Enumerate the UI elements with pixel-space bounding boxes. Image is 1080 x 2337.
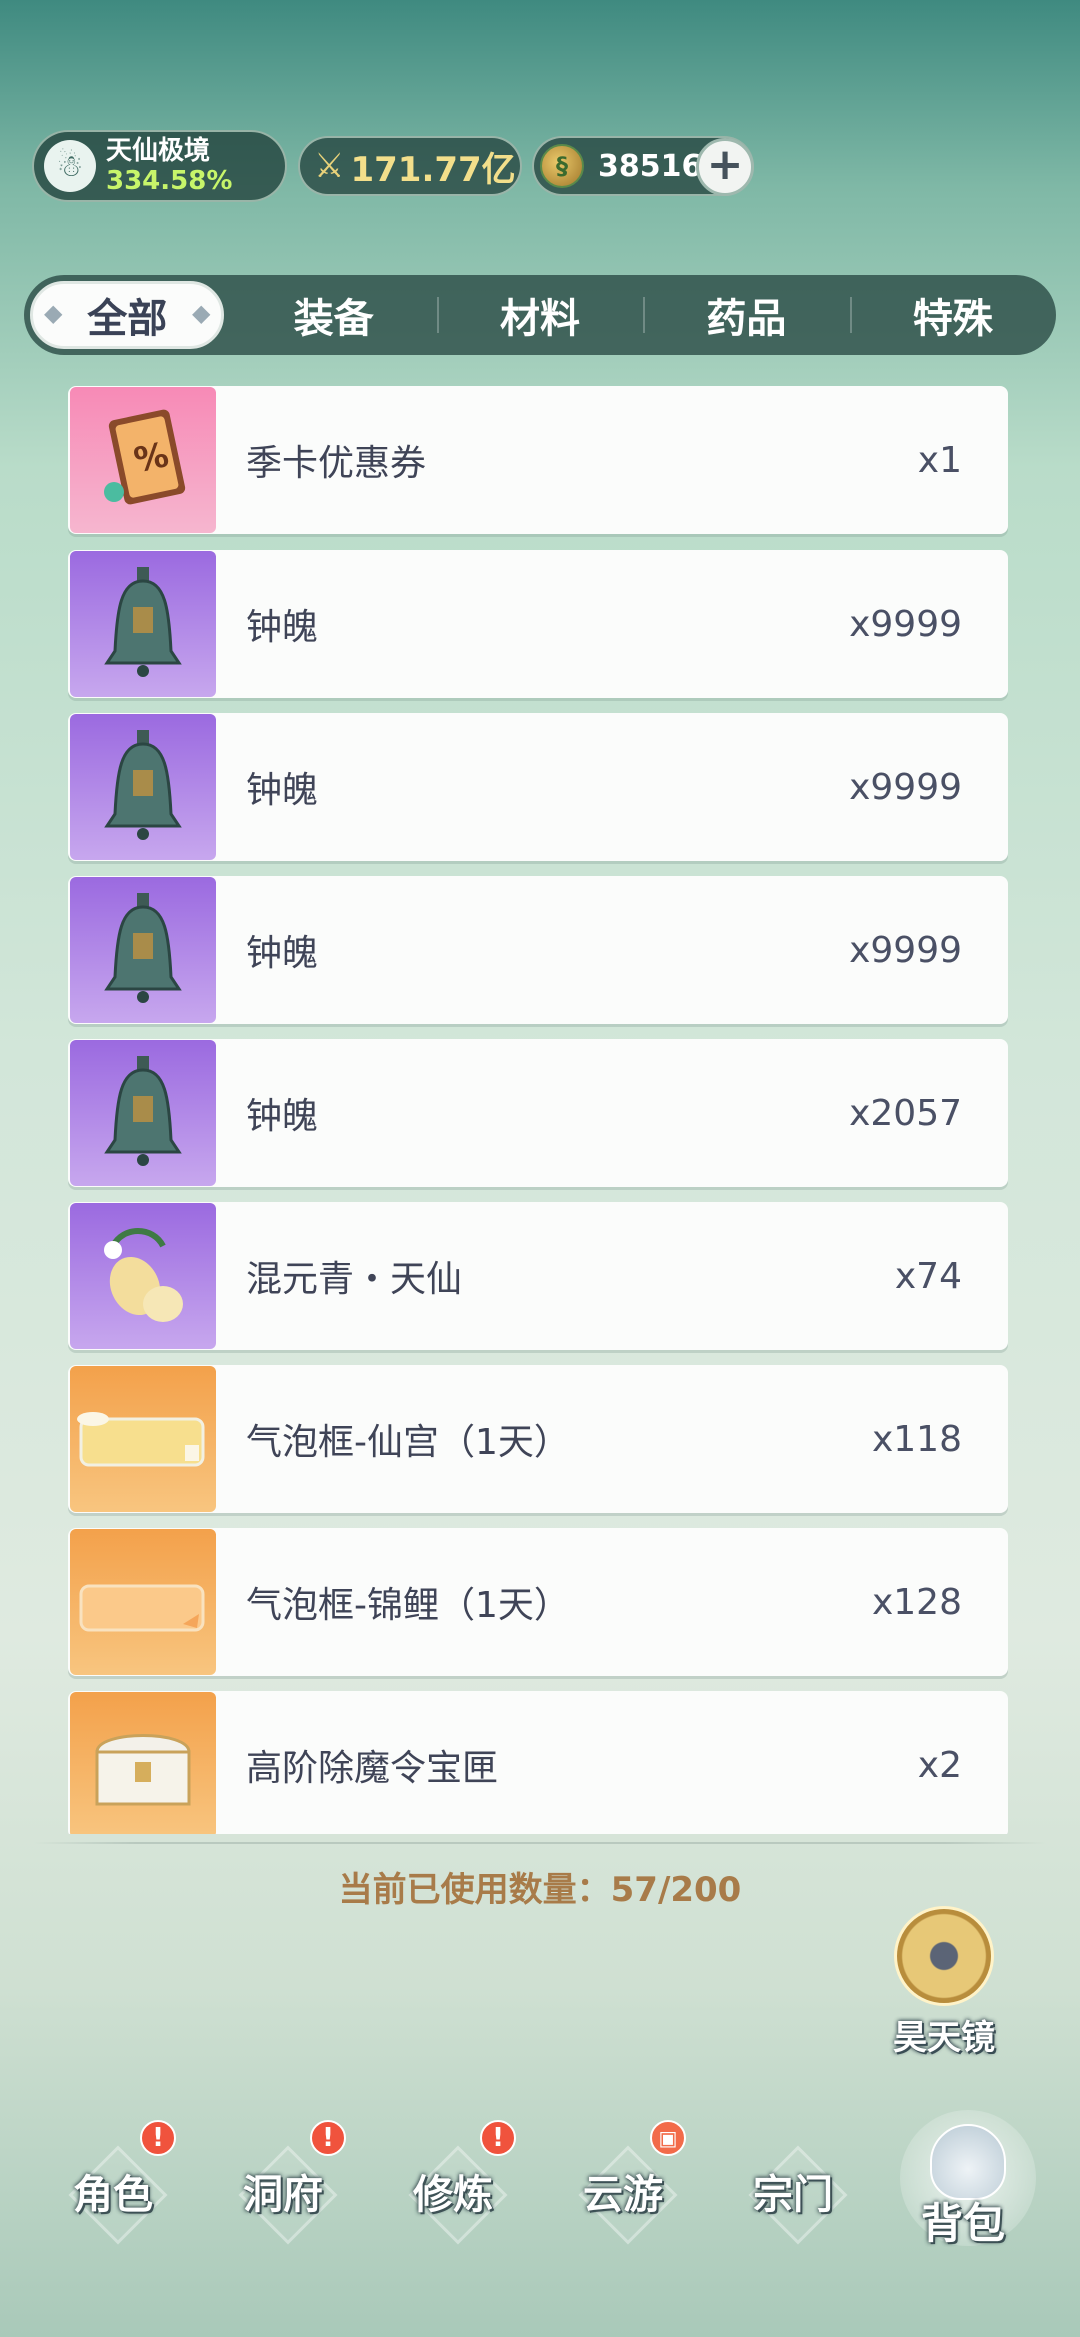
nav-item-cultivate[interactable]: 修炼 ! <box>368 2100 538 2260</box>
bell-icon <box>70 877 216 1023</box>
item-name: 钟魄 <box>246 1096 319 1137</box>
mirror-label: 昊天镜 <box>893 2018 995 2058</box>
alert-badge-icon: ! <box>480 2120 516 2156</box>
tab-all[interactable]: ◆ 全部 ◆ <box>24 275 230 355</box>
item-name: 钟魄 <box>246 933 319 974</box>
item-name: 季卡优惠券 <box>246 443 427 484</box>
bell-icon <box>70 551 216 697</box>
item-name: 气泡框-锦鲤（1天） <box>246 1585 570 1626</box>
inventory-list[interactable]: % 季卡优惠券 x1 钟魄 x9999 钟魄 x9999 钟魄 x9999 钟魄… <box>68 386 1008 1834</box>
tab-special[interactable]: 特殊 <box>849 275 1056 355</box>
currency-value: 38516 <box>598 148 703 184</box>
item-name: 气泡框-仙宫（1天） <box>246 1422 570 1463</box>
bell-icon <box>70 714 216 860</box>
item-name: 钟魄 <box>246 770 319 811</box>
nav-item-cave[interactable]: 洞府 ! <box>198 2100 368 2260</box>
list-item[interactable]: 混元青・天仙 x74 <box>68 1202 1008 1350</box>
realm-badge[interactable]: ☃ 天仙极境 334.58% <box>32 130 287 202</box>
bubble-frame-icon <box>70 1529 216 1675</box>
list-item[interactable]: 钟魄 x9999 <box>68 713 1008 861</box>
item-quantity: x2057 <box>849 1092 962 1134</box>
item-quantity: x74 <box>894 1255 962 1297</box>
nav-label: 修炼 <box>413 2172 493 2218</box>
list-item[interactable]: 钟魄 x9999 <box>68 550 1008 698</box>
tab-materials[interactable]: 材料 <box>436 275 643 355</box>
nav-item-backpack[interactable]: 背包 <box>878 2100 1048 2260</box>
capacity-text: 当前已使用数量：57/200 <box>338 1870 742 1910</box>
list-item[interactable]: 钟魄 x2057 <box>68 1039 1008 1187</box>
realm-percent: 334.58% <box>106 166 233 196</box>
divider <box>34 1842 1046 1844</box>
bagua-mirror-icon <box>894 1906 994 2006</box>
nav-label: 云游 <box>583 2172 663 2218</box>
add-currency-button[interactable]: + <box>696 138 754 196</box>
category-tabs: ◆ 全部 ◆ 装备 材料 药品 特殊 <box>24 275 1056 355</box>
tab-equipment[interactable]: 装备 <box>230 275 436 355</box>
backpack-icon <box>930 2124 1006 2200</box>
item-name: 钟魄 <box>246 607 319 648</box>
item-quantity: x9999 <box>849 603 962 645</box>
immortal-avatar-icon: ☃ <box>44 140 96 192</box>
alert-badge-icon: ! <box>140 2120 176 2156</box>
item-quantity: x1 <box>917 439 962 481</box>
list-item[interactable]: 钟魄 x9999 <box>68 876 1008 1024</box>
item-quantity: x9999 <box>849 766 962 808</box>
list-item[interactable]: % 季卡优惠券 x1 <box>68 386 1008 534</box>
combat-power[interactable]: ⚔ 171.77亿 <box>298 136 522 196</box>
nav-label: 角色 <box>73 2172 153 2218</box>
currency-counter: § 38516 + <box>532 136 754 196</box>
item-name: 高阶除魔令宝匣 <box>246 1748 499 1789</box>
item-quantity: x2 <box>917 1744 962 1786</box>
coupon-icon: % <box>70 387 216 533</box>
item-quantity: x9999 <box>849 929 962 971</box>
treasure-chest-icon <box>70 1692 216 1834</box>
ornament-right-icon: ◆ <box>191 299 211 327</box>
ornament-left-icon: ◆ <box>44 299 63 327</box>
nav-item-sect[interactable]: 宗门 <box>708 2100 878 2260</box>
bottom-nav: 角色 ! 洞府 ! 修炼 ! 云游 ▣ 宗门 背包 <box>0 2100 1080 2337</box>
nav-item-travel[interactable]: 云游 ▣ <box>538 2100 708 2260</box>
item-quantity: x118 <box>871 1418 962 1460</box>
spirit-stone-icon: § <box>540 144 584 188</box>
gift-badge-icon: ▣ <box>650 2120 686 2156</box>
list-item[interactable]: 气泡框-锦鲤（1天） x128 <box>68 1528 1008 1676</box>
nav-label: 洞府 <box>243 2172 323 2218</box>
nav-label: 背包 <box>920 2199 1005 2248</box>
list-item[interactable]: 气泡框-仙宫（1天） x118 <box>68 1365 1008 1513</box>
item-name: 混元青・天仙 <box>246 1259 463 1300</box>
item-quantity: x128 <box>871 1581 962 1623</box>
bubble-frame-icon <box>70 1366 216 1512</box>
gourd-icon <box>70 1203 216 1349</box>
nav-item-character[interactable]: 角色 ! <box>28 2100 198 2260</box>
list-item[interactable]: 高阶除魔令宝匣 x2 <box>68 1691 1008 1834</box>
realm-name: 天仙极境 <box>106 136 211 166</box>
tab-medicine[interactable]: 药品 <box>643 275 849 355</box>
crossed-swords-icon: ⚔ <box>314 146 345 186</box>
nav-label: 宗门 <box>753 2172 833 2218</box>
haotian-mirror-button[interactable]: 昊天镜 <box>880 1906 1008 2058</box>
bell-icon <box>70 1040 216 1186</box>
alert-badge-icon: ! <box>310 2120 346 2156</box>
combat-power-value: 171.77亿 <box>350 149 516 190</box>
